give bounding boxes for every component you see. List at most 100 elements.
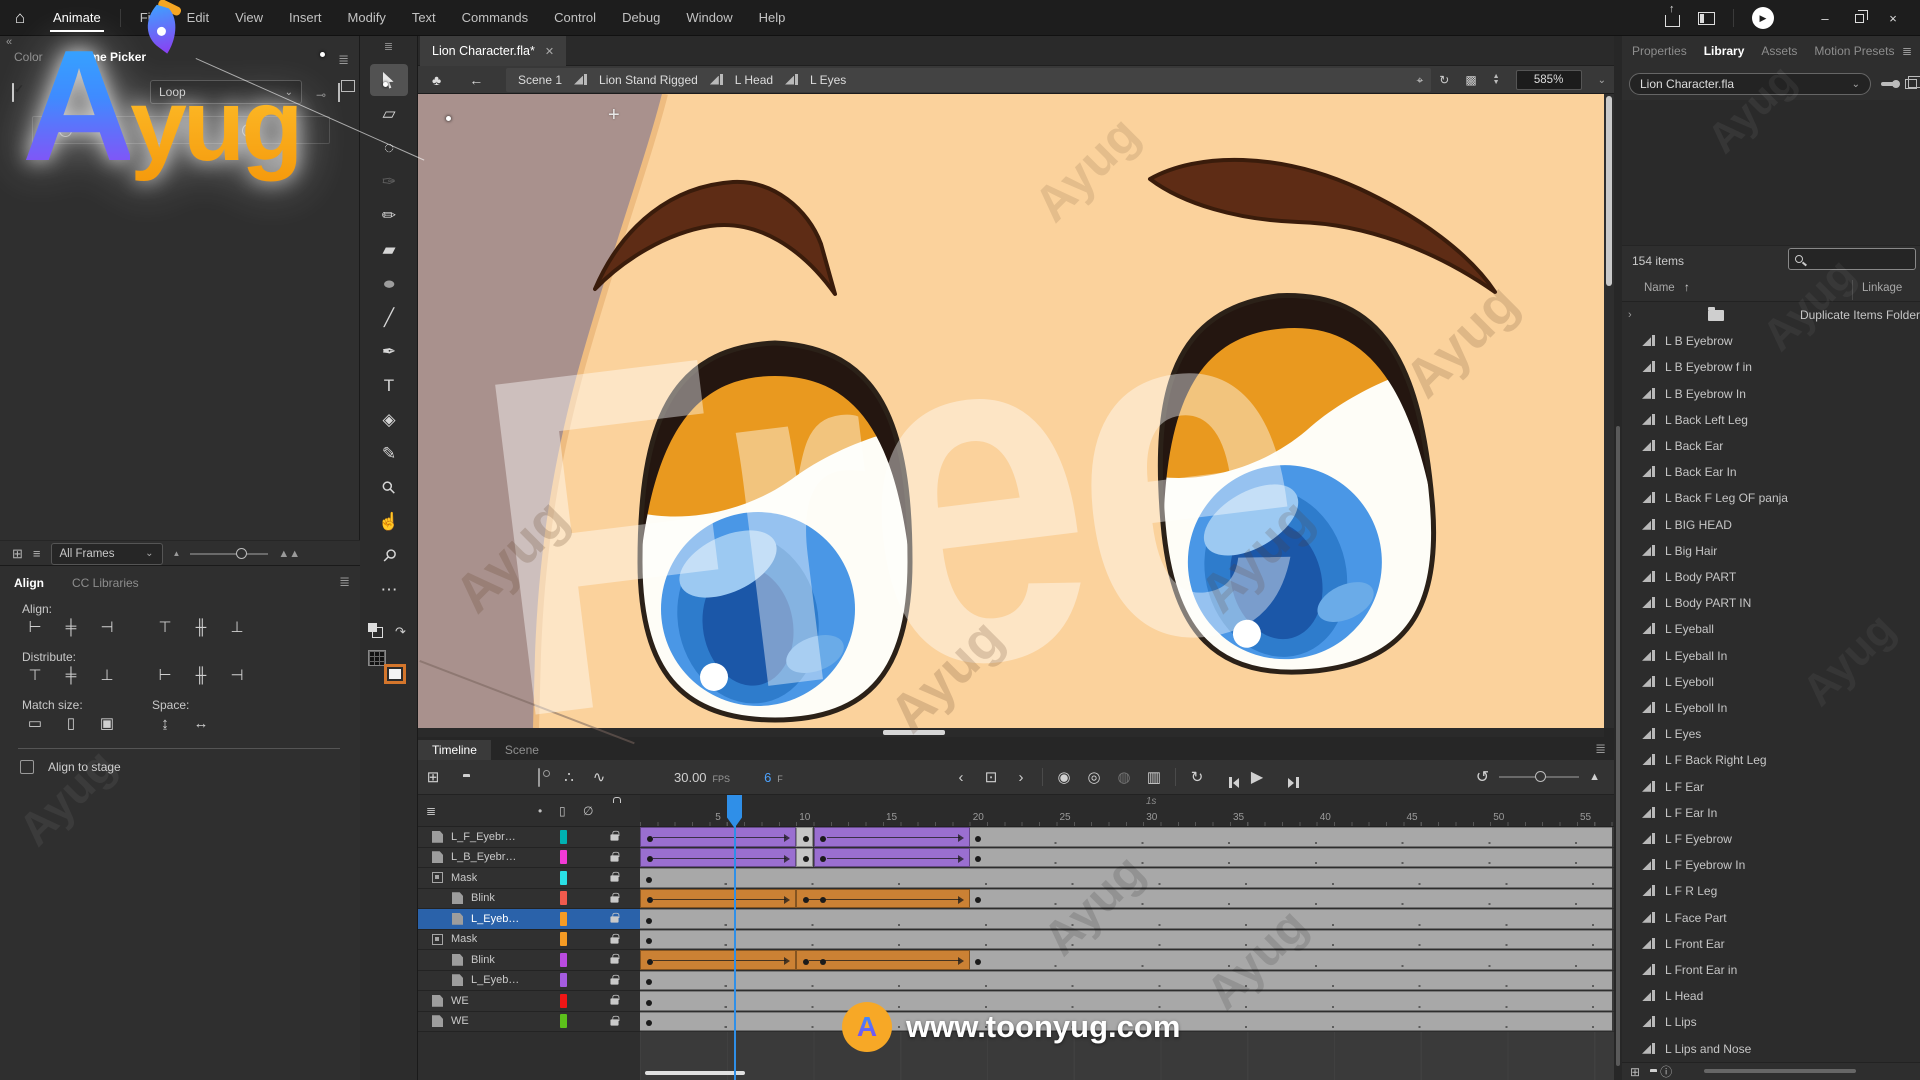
layer-row-mask[interactable]: Mask: [418, 868, 640, 889]
menu-debug[interactable]: Debug: [609, 0, 673, 36]
layer-color-swatch[interactable]: [560, 830, 567, 844]
tab-motion-presets[interactable]: Motion Presets: [1814, 44, 1894, 58]
library-document-dropdown[interactable]: Lion Character.fla⌄: [1629, 73, 1871, 95]
layer-lock-icon[interactable]: [610, 916, 618, 922]
breadcrumb-scene-1[interactable]: Scene 1: [518, 73, 562, 87]
cell-span[interactable]: [796, 827, 813, 847]
library-item-row[interactable]: L Eyeboll In: [1622, 695, 1920, 721]
layer-color-swatch[interactable]: [560, 871, 567, 885]
tab-cc-libraries[interactable]: CC Libraries: [58, 576, 153, 590]
play-icon[interactable]: ▶: [1242, 767, 1272, 787]
document-tab[interactable]: Lion Character.fla* ✕: [420, 36, 566, 66]
fps-value[interactable]: 30.00: [674, 770, 707, 785]
library-item-row[interactable]: L Front Ear: [1622, 931, 1920, 957]
static-span[interactable]: [640, 971, 1612, 991]
library-item-row[interactable]: L Back Left Leg: [1622, 407, 1920, 433]
layer-lock-icon[interactable]: [610, 896, 618, 902]
layer-color-swatch[interactable]: [560, 994, 567, 1008]
timeline-zoom-slider[interactable]: [1499, 776, 1579, 778]
layer-lock-icon[interactable]: [610, 998, 618, 1004]
paint-bucket-tool[interactable]: ◈: [370, 404, 408, 436]
fill-color-swatch[interactable]: [384, 664, 406, 684]
layer-lock-icon[interactable]: [610, 855, 618, 861]
highlight-column-icon[interactable]: •: [538, 804, 542, 818]
zoom-stepper[interactable]: ▲▼: [1493, 74, 1500, 86]
first-frame-radio[interactable]: [59, 124, 72, 137]
visibility-column-icon[interactable]: ∅: [583, 804, 593, 818]
layer-lock-icon[interactable]: [610, 957, 618, 963]
layer-row-l-eyeb-[interactable]: L_Eyeb…: [418, 971, 640, 992]
layer-row-blink[interactable]: Blink: [418, 889, 640, 910]
ghost-icon[interactable]: ◍: [1109, 768, 1139, 786]
menu-control[interactable]: Control: [541, 0, 609, 36]
library-search-input[interactable]: [1788, 248, 1916, 270]
library-item-row[interactable]: L B Eyebrow: [1622, 328, 1920, 354]
free-transform-tool[interactable]: ▱: [370, 98, 408, 130]
next-keyframe-icon[interactable]: ›: [1006, 769, 1036, 786]
align-bottom-icon[interactable]: ⊥: [224, 618, 250, 638]
loop-icon[interactable]: ↻: [1182, 768, 1212, 786]
column-name[interactable]: Name: [1644, 282, 1675, 294]
library-item-row[interactable]: L Face Part: [1622, 905, 1920, 931]
library-item-row[interactable]: L Front Ear in: [1622, 957, 1920, 983]
frame-row[interactable]: [640, 930, 1614, 951]
toolbar-menu-icon[interactable]: ≣: [360, 40, 417, 53]
frames-filter-dropdown[interactable]: All Frames⌄: [51, 543, 163, 565]
timeline-menu-icon[interactable]: ≣: [1595, 741, 1606, 757]
list-view-icon[interactable]: ≡: [33, 546, 41, 561]
scene-clip-icon[interactable]: ♣: [432, 72, 441, 88]
library-item-row[interactable]: L Big Hair: [1622, 538, 1920, 564]
frame-row[interactable]: [640, 909, 1614, 930]
layer-lock-icon[interactable]: [610, 1019, 618, 1025]
static-span[interactable]: [970, 827, 1612, 847]
distribute-right-icon[interactable]: ⊣: [224, 666, 250, 686]
library-item-row[interactable]: L F Eyebrow In: [1622, 852, 1920, 878]
layer-stack-icon[interactable]: ≣: [426, 804, 436, 818]
onion-skin-icon[interactable]: ◉: [1049, 768, 1079, 786]
panel-menu-icon[interactable]: ≣: [338, 52, 349, 68]
library-scrollbar[interactable]: [1614, 36, 1622, 1080]
tab-properties[interactable]: Properties: [1632, 44, 1687, 58]
new-symbol-icon[interactable]: ⊞: [1630, 1065, 1640, 1079]
menu-view[interactable]: View: [222, 0, 276, 36]
zoom-tool[interactable]: ⚲: [370, 540, 408, 572]
distribute-top-icon[interactable]: ⊤: [22, 666, 48, 686]
library-item-row[interactable]: L Eyes: [1622, 721, 1920, 747]
library-item-row[interactable]: L F Ear: [1622, 774, 1920, 800]
match-both-icon[interactable]: ▣: [94, 714, 120, 734]
align-left-icon[interactable]: ⊢: [22, 618, 48, 638]
library-item-row[interactable]: L Eyeboll: [1622, 669, 1920, 695]
outline-column-icon[interactable]: ▯: [559, 804, 566, 818]
layer-color-swatch[interactable]: [560, 850, 567, 864]
static-span[interactable]: [640, 930, 1612, 950]
last-frame-radio[interactable]: [242, 124, 255, 137]
onion-outline-icon[interactable]: ◎: [1079, 768, 1109, 786]
layer-color-swatch[interactable]: [560, 912, 567, 926]
tab-assets[interactable]: Assets: [1761, 44, 1797, 58]
home-icon[interactable]: ⌂: [0, 8, 40, 28]
frame-row[interactable]: [640, 889, 1614, 910]
layer-lock-icon[interactable]: [610, 834, 618, 840]
parenting-view-icon[interactable]: ∴: [554, 768, 584, 786]
library-item-row[interactable]: L BIG HEAD: [1622, 512, 1920, 538]
layer-lock-icon[interactable]: [610, 978, 618, 984]
selection-tool[interactable]: [370, 64, 408, 96]
close-button[interactable]: ×: [1876, 0, 1910, 36]
tab-timeline[interactable]: Timeline: [418, 740, 491, 760]
eyedropper-tool[interactable]: ✎: [370, 438, 408, 470]
library-item-row[interactable]: L Eyeball In: [1622, 643, 1920, 669]
expand-folder-icon[interactable]: ›: [1628, 309, 1642, 321]
menu-modify[interactable]: Modify: [335, 0, 399, 36]
more-tools[interactable]: ⋯: [370, 574, 408, 606]
tween-span[interactable]: [796, 889, 970, 909]
insert-keyframe-icon[interactable]: ⊡: [976, 768, 1006, 786]
library-column-headers[interactable]: Name ↑ Linkage: [1622, 278, 1920, 302]
library-item-row[interactable]: L F R Leg: [1622, 878, 1920, 904]
library-item-row[interactable]: L Lips: [1622, 1009, 1920, 1035]
fluid-brush-tool[interactable]: ✑: [370, 166, 408, 198]
breadcrumb-lion-stand-rigged[interactable]: Lion Stand Rigged: [599, 73, 698, 87]
layer-lock-icon[interactable]: [610, 937, 618, 943]
align-right-icon[interactable]: ⊣: [94, 618, 120, 638]
line-tool[interactable]: ╱: [370, 302, 408, 334]
minimize-button[interactable]: –: [1808, 0, 1842, 36]
